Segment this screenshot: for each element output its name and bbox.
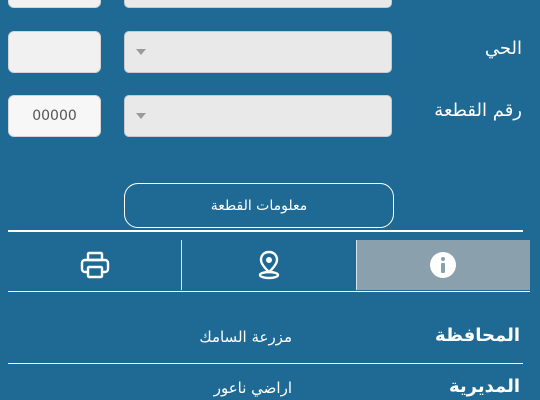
chevron-down-icon [136,113,146,119]
district-code-input[interactable] [8,31,101,73]
divider [8,291,530,292]
chevron-down-icon [136,49,146,55]
tab-print[interactable] [8,240,183,290]
plot-number-label: رقم القطعة [434,100,522,121]
governorate-label: المحافظة [435,325,520,346]
divider [8,363,523,364]
printer-icon [80,251,109,279]
directorate-value: اراضي ناعور [213,379,292,397]
plot-info-button[interactable]: معلومات القطعة [124,183,394,228]
plot-number-select[interactable] [124,95,392,137]
plot-search-panel: الحي 00000 رقم القطعة معلومات القطعة الم… [0,0,540,400]
divider [8,230,523,232]
directorate-label: المديرية [448,376,520,397]
district-select[interactable] [124,31,392,73]
tab-info[interactable] [356,240,530,290]
tab-bar [8,240,530,290]
previous-small-input[interactable] [8,0,101,8]
info-icon [430,252,457,278]
district-label: الحي [484,38,522,59]
map-pin-icon [258,250,280,280]
plot-number-input[interactable]: 00000 [8,95,101,137]
previous-select[interactable] [124,0,392,8]
governorate-value: مزرعة السامك [199,328,292,346]
tab-location[interactable] [182,240,357,290]
